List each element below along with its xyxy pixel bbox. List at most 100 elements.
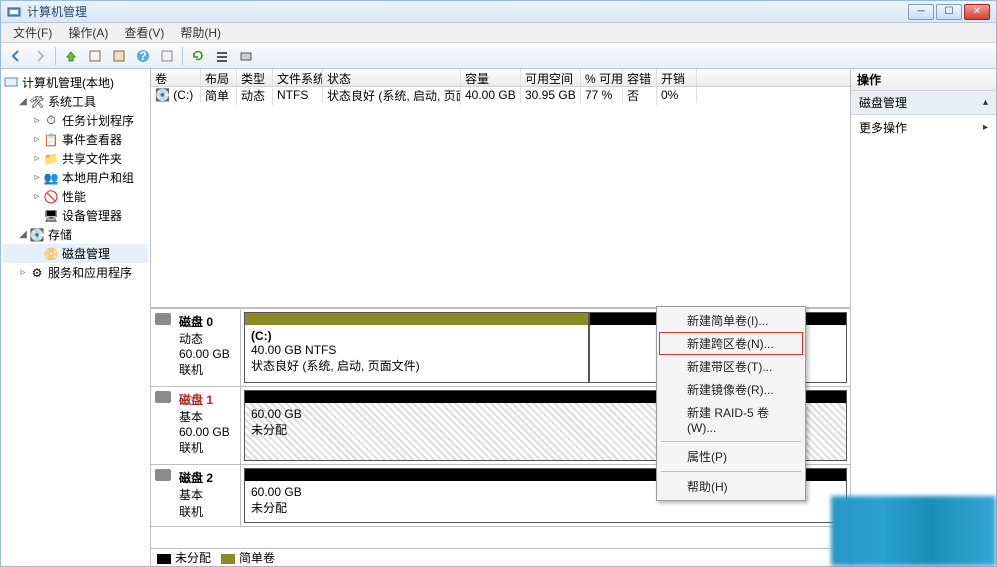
tool-btn-2[interactable]: [108, 45, 130, 67]
cell-layout: 简单: [201, 86, 237, 105]
window-maximize-button[interactable]: ☐: [936, 4, 962, 20]
tree-label: 设备管理器: [62, 207, 122, 224]
disk-0-partition-c[interactable]: (C:) 40.00 GB NTFS 状态良好 (系统, 启动, 页面文件): [244, 312, 589, 383]
cell-free: 30.95 GB: [521, 87, 581, 103]
col-oh[interactable]: 开销: [657, 69, 697, 86]
clock-icon: ⏱: [43, 114, 59, 128]
col-volume[interactable]: 卷: [151, 69, 201, 86]
refresh-button[interactable]: [187, 45, 209, 67]
svg-text:?: ?: [139, 49, 146, 63]
tree-localusers[interactable]: ▹👥本地用户和组: [3, 168, 148, 187]
help-button[interactable]: ?: [132, 45, 154, 67]
col-free[interactable]: 可用空间: [521, 69, 581, 86]
tree-devmgr[interactable]: 🖥设备管理器: [3, 206, 148, 225]
ctx-new-spanned-volume[interactable]: 新建跨区卷(N)...: [659, 332, 803, 355]
ctx-sep: [661, 441, 801, 442]
disk-0-size: 60.00 GB: [179, 347, 234, 361]
window-close-button[interactable]: ✕: [964, 4, 990, 20]
tree-label: 磁盘管理: [62, 245, 110, 262]
cell-vol: 💽 (C:): [151, 87, 201, 103]
drive-icon: 💽: [155, 88, 170, 102]
ctx-new-striped-volume[interactable]: 新建带区卷(T)...: [659, 355, 803, 378]
disk-1-info: 磁盘 1 基本 60.00 GB 联机: [151, 387, 241, 464]
menu-file[interactable]: 文件(F): [5, 22, 60, 43]
actions-pane: 操作 磁盘管理▴ 更多操作▸: [851, 69, 996, 566]
app-icon: [7, 5, 21, 19]
tree-perf[interactable]: ▹🚫性能: [3, 187, 148, 206]
volume-header: 卷 布局 类型 文件系统 状态 容量 可用空间 % 可用 容错 开销: [151, 69, 850, 87]
tool-btn-1[interactable]: [84, 45, 106, 67]
tree-root[interactable]: 计算机管理(本地): [3, 73, 148, 92]
tool-btn-4[interactable]: [235, 45, 257, 67]
up-button[interactable]: [60, 45, 82, 67]
tree-scheduler[interactable]: ▹⏱任务计划程序: [3, 111, 148, 130]
col-layout[interactable]: 布局: [201, 69, 237, 86]
actions-diskmgmt[interactable]: 磁盘管理▴: [851, 91, 996, 115]
disk-0-kind: 动态: [179, 330, 234, 347]
menu-help[interactable]: 帮助(H): [172, 22, 229, 43]
legend-unalloc: 未分配: [157, 549, 211, 566]
expand-icon[interactable]: ▹: [31, 172, 43, 183]
watermark-blur: [831, 496, 996, 566]
col-ft[interactable]: 容错: [623, 69, 657, 86]
tree-systools[interactable]: ◢🛠系统工具: [3, 92, 148, 111]
log-icon: 📋: [43, 133, 59, 147]
disk-0-info: 磁盘 0 动态 60.00 GB 联机: [151, 309, 241, 386]
ctx-new-mirrored-volume[interactable]: 新建镜像卷(R)...: [659, 378, 803, 401]
tree-storage[interactable]: ◢💽存储: [3, 225, 148, 244]
legend-swatch-olive: [221, 554, 235, 564]
disk-0-name: 磁盘 0: [179, 313, 234, 330]
tree-label: 服务和应用程序: [48, 264, 132, 281]
toolbar-sep: [182, 47, 183, 65]
wrench-icon: 🛠: [29, 95, 45, 109]
chevron-right-icon: ▸: [983, 122, 988, 133]
settings-list-button[interactable]: [211, 45, 233, 67]
partition-status: 未分配: [251, 499, 840, 516]
tree-eventviewer[interactable]: ▹📋事件查看器: [3, 130, 148, 149]
legend-simple: 简单卷: [221, 549, 275, 566]
expand-icon[interactable]: ▹: [31, 153, 43, 164]
cell-fs: NTFS: [273, 87, 323, 103]
nav-tree[interactable]: 计算机管理(本地) ◢🛠系统工具 ▹⏱任务计划程序 ▹📋事件查看器 ▹📁共享文件…: [1, 69, 151, 566]
col-fs[interactable]: 文件系统: [273, 69, 323, 86]
tree-label: 本地用户和组: [62, 169, 134, 186]
ctx-new-raid5-volume[interactable]: 新建 RAID-5 卷(W)...: [659, 401, 803, 438]
ctx-properties[interactable]: 属性(P): [659, 445, 803, 468]
volume-row[interactable]: 💽 (C:) 简单 动态 NTFS 状态良好 (系统, 启动, 页面文件) 40…: [151, 87, 850, 103]
tree-diskmgmt[interactable]: 📀磁盘管理: [3, 244, 148, 263]
expand-icon[interactable]: ◢: [17, 96, 29, 107]
tool-btn-3[interactable]: [156, 45, 178, 67]
disk-icon: [155, 391, 171, 403]
col-type[interactable]: 类型: [237, 69, 273, 86]
nav-forward-button[interactable]: [29, 45, 51, 67]
expand-icon[interactable]: ◢: [17, 229, 29, 240]
col-cap[interactable]: 容量: [461, 69, 521, 86]
window-minimize-button[interactable]: ─: [908, 4, 934, 20]
menu-action[interactable]: 操作(A): [60, 22, 116, 43]
users-icon: 👥: [43, 171, 59, 185]
expand-icon[interactable]: ▹: [31, 191, 43, 202]
legend: 未分配 简单卷: [151, 548, 850, 566]
actions-more[interactable]: 更多操作▸: [851, 115, 996, 140]
menu-bar: 文件(F) 操作(A) 查看(V) 帮助(H): [1, 23, 996, 43]
legend-swatch-black: [157, 554, 171, 564]
col-pct[interactable]: % 可用: [581, 69, 623, 86]
ctx-new-simple-volume[interactable]: 新建简单卷(I)...: [659, 309, 803, 332]
folder-share-icon: 📁: [43, 152, 59, 166]
tree-shares[interactable]: ▹📁共享文件夹: [3, 149, 148, 168]
toolbar: ?: [1, 43, 996, 69]
expand-icon[interactable]: ▹: [31, 134, 43, 145]
tree-services[interactable]: ▹⚙服务和应用程序: [3, 263, 148, 282]
tree-label: 事件查看器: [62, 131, 122, 148]
menu-view[interactable]: 查看(V): [116, 22, 172, 43]
disk-icon: 📀: [43, 247, 59, 261]
device-icon: 🖥: [43, 209, 59, 223]
disk-2-kind: 基本: [179, 486, 234, 503]
col-status[interactable]: 状态: [323, 69, 461, 86]
center-pane: 卷 布局 类型 文件系统 状态 容量 可用空间 % 可用 容错 开销 💽 (C:…: [151, 69, 851, 566]
expand-icon[interactable]: ▹: [31, 115, 43, 126]
ctx-help[interactable]: 帮助(H): [659, 475, 803, 498]
expand-icon[interactable]: ▹: [17, 267, 29, 278]
nav-back-button[interactable]: [5, 45, 27, 67]
disk-1-online: 联机: [179, 439, 234, 456]
